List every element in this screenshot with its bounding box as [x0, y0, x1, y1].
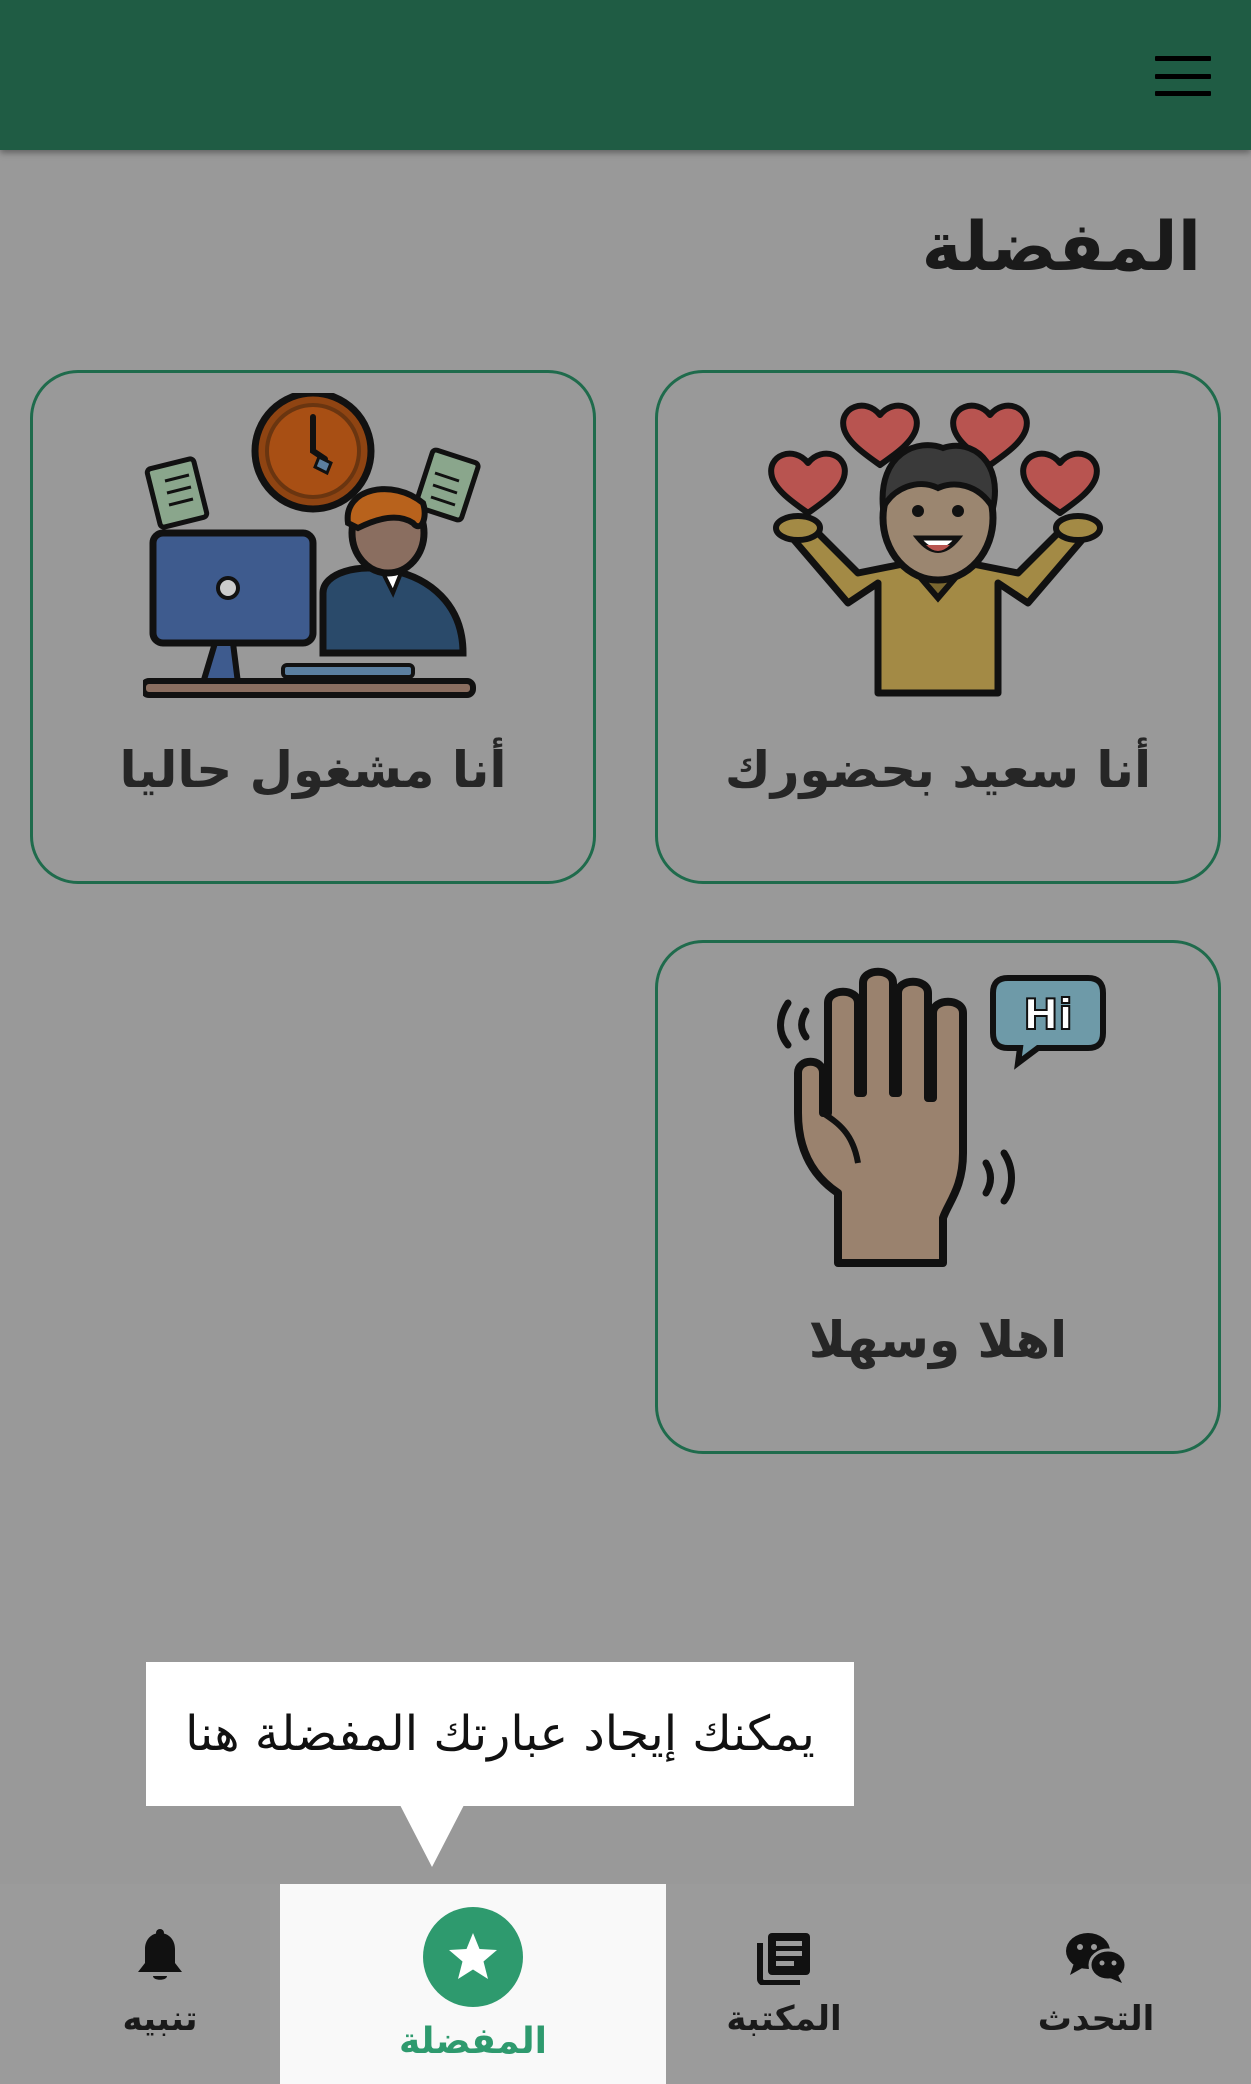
waving-hand-hi-icon: Hi [777, 967, 1106, 1267]
tooltip-arrow [400, 1805, 464, 1867]
bottom-navigation: تنبيه المفضلة المكتبة التحدث [0, 1884, 1251, 2084]
nav-item-chat[interactable]: التحدث [980, 1884, 1212, 2084]
nav-label: المفضلة [399, 2020, 547, 2062]
phrase-card-busy[interactable]: أنا مشغول حاليا [30, 370, 596, 884]
nav-item-alert[interactable]: تنبيه [40, 1884, 280, 2084]
card-label: أنا مشغول حاليا [119, 741, 507, 799]
app-bar [0, 0, 1251, 150]
phrase-card-happy[interactable]: أنا سعيد بحضورك [655, 370, 1221, 884]
bell-icon [138, 1929, 182, 1980]
tooltip-text: يمكنك إيجاد عبارتك المفضلة هنا [185, 1706, 815, 1762]
busy-office-worker-icon [143, 393, 481, 698]
svg-text:Hi: Hi [1023, 990, 1073, 1039]
nav-item-favorite[interactable]: المفضلة [280, 1884, 666, 2084]
nav-label: التحدث [1037, 1999, 1155, 2039]
hamburger-menu-icon[interactable] [1155, 56, 1211, 96]
page-title: المفضلة [921, 208, 1201, 287]
star-icon [423, 1906, 523, 2007]
news-library-icon [757, 1933, 810, 1985]
nav-label: المكتبة [726, 1999, 842, 2039]
nav-item-library[interactable]: المكتبة [666, 1884, 902, 2084]
phrase-card-hello[interactable]: Hi اهلا وسهلا [655, 940, 1221, 1454]
card-label: أنا سعيد بحضورك [724, 741, 1152, 799]
nav-label: تنبيه [122, 1999, 198, 2039]
happy-person-hearts-icon [768, 402, 1103, 697]
chat-bubbles-icon [1066, 1933, 1128, 1983]
onboarding-tooltip[interactable]: يمكنك إيجاد عبارتك المفضلة هنا [146, 1662, 854, 1806]
card-label: اهلا وسهلا [808, 1311, 1068, 1369]
